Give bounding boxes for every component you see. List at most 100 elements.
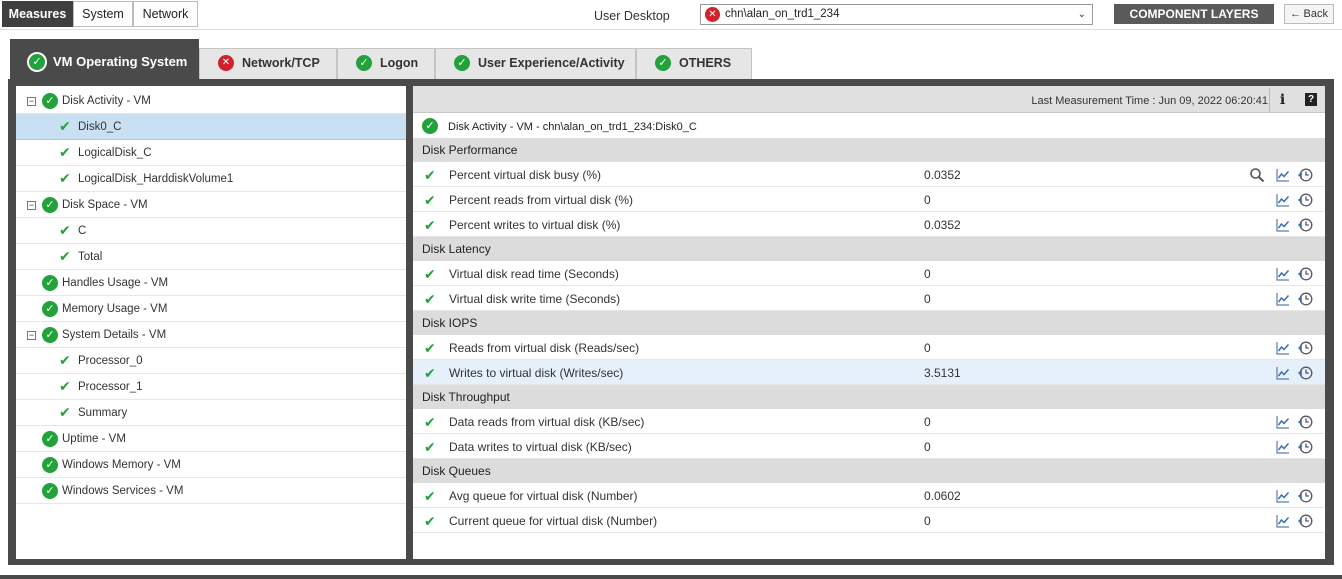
tree-item-label: Windows Services - VM bbox=[62, 485, 184, 497]
trend-graph-icon[interactable] bbox=[1275, 217, 1291, 233]
trend-graph-icon[interactable] bbox=[1275, 365, 1291, 381]
ok-status-icon: ✓ bbox=[42, 197, 58, 213]
tree-item[interactable]: ✔ Processor_1 bbox=[16, 374, 406, 400]
check-icon: ✔ bbox=[424, 439, 436, 455]
history-icon[interactable] bbox=[1297, 217, 1313, 233]
trend-graph-icon[interactable] bbox=[1275, 513, 1291, 529]
measure-row[interactable]: ✔ Percent virtual disk busy (%) 0.0352 bbox=[413, 162, 1325, 187]
tree-item-label: Processor_1 bbox=[78, 381, 143, 393]
ok-status-icon: ✓ bbox=[42, 301, 58, 317]
tree-item-label: Disk0_C bbox=[78, 121, 122, 133]
measures-panel: Last Measurement Time : Jun 09, 2022 06:… bbox=[413, 86, 1325, 559]
trend-graph-icon[interactable] bbox=[1275, 488, 1291, 504]
tree-item[interactable]: ✓ Handles Usage - VM bbox=[16, 270, 406, 296]
measure-row[interactable]: ✔ Writes to virtual disk (Writes/sec) 3.51… bbox=[413, 360, 1325, 385]
tree-item[interactable]: ✓ Windows Services - VM bbox=[16, 478, 406, 504]
measure-row[interactable]: ✔ Percent reads from virtual disk (%) 0 bbox=[413, 187, 1325, 212]
search-icon[interactable] bbox=[1249, 167, 1265, 183]
measure-row[interactable]: ✔ Virtual disk read time (Seconds) 0 bbox=[413, 261, 1325, 286]
measure-name: Data writes to virtual disk (KB/sec) bbox=[449, 440, 632, 454]
tree-item[interactable]: ✔ C bbox=[16, 218, 406, 244]
component-layers-button[interactable]: COMPONENT LAYERS bbox=[1114, 4, 1274, 24]
trend-graph-icon[interactable] bbox=[1275, 414, 1291, 430]
tab-user-experience-activity[interactable]: ✓ User Experience/Activity bbox=[435, 48, 636, 79]
collapse-toggle-icon[interactable]: − bbox=[27, 331, 36, 340]
trend-graph-icon[interactable] bbox=[1275, 439, 1291, 455]
last-measurement-time: Last Measurement Time : Jun 09, 2022 06:… bbox=[1031, 95, 1268, 107]
tree-item[interactable]: ✔ Processor_0 bbox=[16, 348, 406, 374]
tree-item[interactable]: ✔ Total bbox=[16, 244, 406, 270]
tab-others[interactable]: ✓ OTHERS bbox=[636, 48, 752, 79]
tree-item[interactable]: ✔ LogicalDisk_C bbox=[16, 140, 406, 166]
help-icon[interactable]: ? bbox=[1305, 93, 1317, 106]
history-icon[interactable] bbox=[1297, 365, 1313, 381]
tree-item[interactable]: − ✓ Disk Activity - VM bbox=[16, 88, 406, 114]
measure-name: Percent writes to virtual disk (%) bbox=[449, 218, 621, 232]
ok-status-icon: ✓ bbox=[422, 118, 438, 134]
measure-row[interactable]: ✔ Percent writes to virtual disk (%) 0.035… bbox=[413, 212, 1325, 237]
tree-item-label: Windows Memory - VM bbox=[62, 459, 181, 471]
measure-group-header: Disk Performance bbox=[413, 138, 1325, 162]
measures-button[interactable]: Measures bbox=[2, 1, 73, 27]
measure-row[interactable]: ✔ Data reads from virtual disk (KB/sec) 0 bbox=[413, 409, 1325, 434]
check-icon: ✔ bbox=[424, 340, 436, 356]
tab-vm-operating-system[interactable]: ✓ VM Operating System bbox=[10, 39, 199, 79]
check-icon: ✔ bbox=[424, 192, 436, 208]
collapse-toggle-icon[interactable]: − bbox=[27, 97, 36, 106]
measure-group-label: Disk Performance bbox=[422, 143, 518, 157]
ok-status-icon: ✓ bbox=[42, 431, 58, 447]
history-icon[interactable] bbox=[1297, 513, 1313, 529]
history-icon[interactable] bbox=[1297, 414, 1313, 430]
measure-row[interactable]: ✔ Current queue for virtual disk (Number)… bbox=[413, 508, 1325, 533]
tree-item[interactable]: ✔ LogicalDisk_HarddiskVolume1 bbox=[16, 166, 406, 192]
trend-graph-icon[interactable] bbox=[1275, 167, 1291, 183]
tab-network-tcp[interactable]: ✕ Network/TCP bbox=[199, 48, 337, 79]
back-arrow-icon: ← bbox=[1290, 8, 1301, 20]
tree-item[interactable]: ✓ Windows Memory - VM bbox=[16, 452, 406, 478]
layer-tabs: ✓ VM Operating System ✕ Network/TCP ✓ Logon ✓ U… bbox=[0, 39, 1342, 79]
check-icon: ✔ bbox=[424, 513, 436, 529]
measure-row[interactable]: ✔ Reads from virtual disk (Reads/sec) 0 bbox=[413, 335, 1325, 360]
history-icon[interactable] bbox=[1297, 291, 1313, 307]
tree-item[interactable]: ✔ Disk0_C bbox=[16, 114, 406, 140]
system-button[interactable]: System bbox=[73, 1, 133, 27]
user-desktop-label: User Desktop bbox=[594, 9, 670, 23]
history-icon[interactable] bbox=[1297, 439, 1313, 455]
collapse-toggle-icon[interactable]: − bbox=[27, 201, 36, 210]
error-status-icon: ✕ bbox=[705, 7, 720, 22]
tab-logon[interactable]: ✓ Logon bbox=[337, 48, 435, 79]
ok-status-icon: ✓ bbox=[42, 457, 58, 473]
measure-group-label: Disk Throughput bbox=[422, 390, 510, 404]
info-icon[interactable]: i bbox=[1269, 88, 1295, 112]
tree-item-label: Summary bbox=[78, 407, 128, 419]
top-bar: Measures System Network User Desktop ✕ c… bbox=[0, 0, 1342, 30]
tree-item-label: Processor_0 bbox=[78, 355, 143, 367]
history-icon[interactable] bbox=[1297, 488, 1313, 504]
trend-graph-icon[interactable] bbox=[1275, 266, 1291, 282]
tab-label: User Experience/Activity bbox=[478, 56, 625, 70]
measure-row[interactable]: ✔ Data writes to virtual disk (KB/sec) 0 bbox=[413, 434, 1325, 459]
check-icon: ✔ bbox=[424, 414, 436, 430]
tree-item[interactable]: ✓ Uptime - VM bbox=[16, 426, 406, 452]
measure-row[interactable]: ✔ Avg queue for virtual disk (Number) 0.06… bbox=[413, 483, 1325, 508]
history-icon[interactable] bbox=[1297, 266, 1313, 282]
network-button[interactable]: Network bbox=[133, 1, 198, 27]
measure-value: 0.0352 bbox=[924, 218, 961, 232]
trend-graph-icon[interactable] bbox=[1275, 192, 1291, 208]
measure-row[interactable]: ✔ Virtual disk write time (Seconds) 0 bbox=[413, 286, 1325, 311]
tree-item[interactable]: − ✓ Disk Space - VM bbox=[16, 192, 406, 218]
history-icon[interactable] bbox=[1297, 340, 1313, 356]
tree-item-label: Uptime - VM bbox=[62, 433, 126, 445]
ok-status-icon: ✓ bbox=[29, 54, 45, 70]
check-icon: ✔ bbox=[424, 488, 436, 504]
trend-graph-icon[interactable] bbox=[1275, 340, 1291, 356]
measure-name: Percent virtual disk busy (%) bbox=[449, 168, 602, 182]
tree-item[interactable]: ✔ Summary bbox=[16, 400, 406, 426]
tree-item[interactable]: − ✓ System Details - VM bbox=[16, 322, 406, 348]
component-select[interactable]: ✕ chn\alan_on_trd1_234 ⌄ bbox=[700, 4, 1093, 25]
history-icon[interactable] bbox=[1297, 167, 1313, 183]
back-button[interactable]: ← Back bbox=[1284, 4, 1334, 24]
tree-item[interactable]: ✓ Memory Usage - VM bbox=[16, 296, 406, 322]
trend-graph-icon[interactable] bbox=[1275, 291, 1291, 307]
history-icon[interactable] bbox=[1297, 192, 1313, 208]
